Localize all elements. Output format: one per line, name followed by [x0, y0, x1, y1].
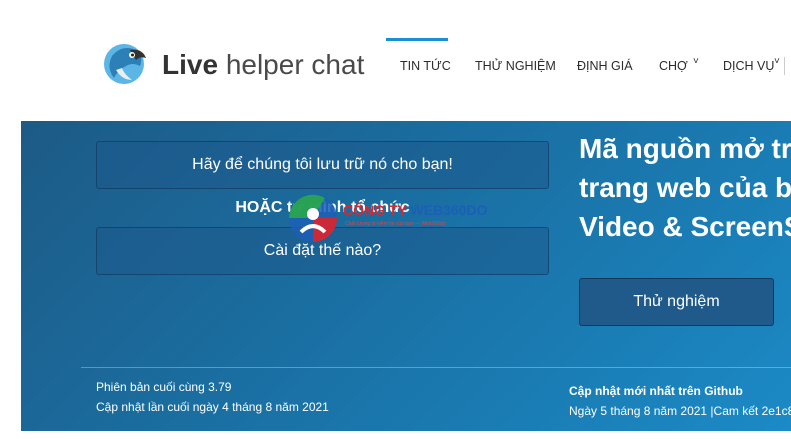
logo-text-bold: Live	[162, 49, 219, 80]
version-info: Phiên bản cuối cùng 3.79 Cập nhật lần cu…	[96, 377, 329, 417]
nav-item-label: ĐỊNH GIÁ	[577, 59, 633, 73]
headline-line-2: trang web của b	[579, 172, 791, 203]
web360do-watermark-icon	[289, 194, 337, 242]
watermark-blue-text: WEB360DO	[410, 202, 488, 218]
nav-item-label: CHỢ	[659, 59, 688, 73]
chevron-down-icon: ˅	[693, 56, 699, 67]
hero-banner: Hãy để chúng tôi lưu trữ nó cho bạn! HOẶ…	[21, 121, 791, 431]
github-commit-link[interactable]: Ngày 5 tháng 8 năm 2021 |Cam kết 2e1c8	[569, 401, 791, 421]
github-update-info: Cập nhật mới nhất trên Github Ngày 5 thá…	[569, 381, 791, 421]
logo-wordmark: Live helper chat	[162, 49, 364, 81]
headline-line-1: Mã nguồn mở tr	[579, 133, 791, 164]
hero-headline: Mã nguồn mở tr trang web của b Video & S…	[579, 129, 791, 246]
host-for-me-button[interactable]: Hãy để chúng tôi lưu trữ nó cho bạn!	[96, 141, 549, 189]
nav-item-label: TIN TỨC	[400, 59, 451, 73]
parrot-logo-icon	[104, 44, 146, 84]
latest-version-text: Phiên bản cuối cùng 3.79	[96, 380, 232, 394]
nav-divider	[784, 57, 785, 75]
headline-line-3: Video & ScreenS	[579, 211, 791, 242]
last-updated-text: Cập nhật lần cuối ngày 4 tháng 8 năm 202…	[96, 400, 329, 414]
nav-item-label: THỬ NGHIỆM	[475, 59, 556, 73]
watermark-logo: CÔNG TY WEB360DO Chất lượng là niềm tin …	[285, 190, 515, 250]
hero-divider	[81, 367, 791, 368]
site-logo[interactable]: Live helper chat	[102, 40, 364, 88]
watermark-text: CÔNG TY WEB360DO	[343, 202, 487, 218]
logo-text-light: helper chat	[225, 49, 365, 80]
watermark-red-text: CÔNG TY	[343, 202, 407, 218]
watermark-subtext: Chất lượng là niềm tin của bạn — Web360d…	[345, 221, 446, 227]
github-update-title: Cập nhật mới nhất trên Github	[569, 384, 743, 398]
chevron-down-icon: ˅	[774, 56, 780, 67]
nav-item-label: DỊCH VỤ	[723, 59, 775, 73]
try-demo-button[interactable]: Thử nghiệm	[579, 278, 774, 326]
site-header: Live helper chat TIN TỨC THỬ NGHIỆM ĐỊNH…	[0, 0, 791, 121]
